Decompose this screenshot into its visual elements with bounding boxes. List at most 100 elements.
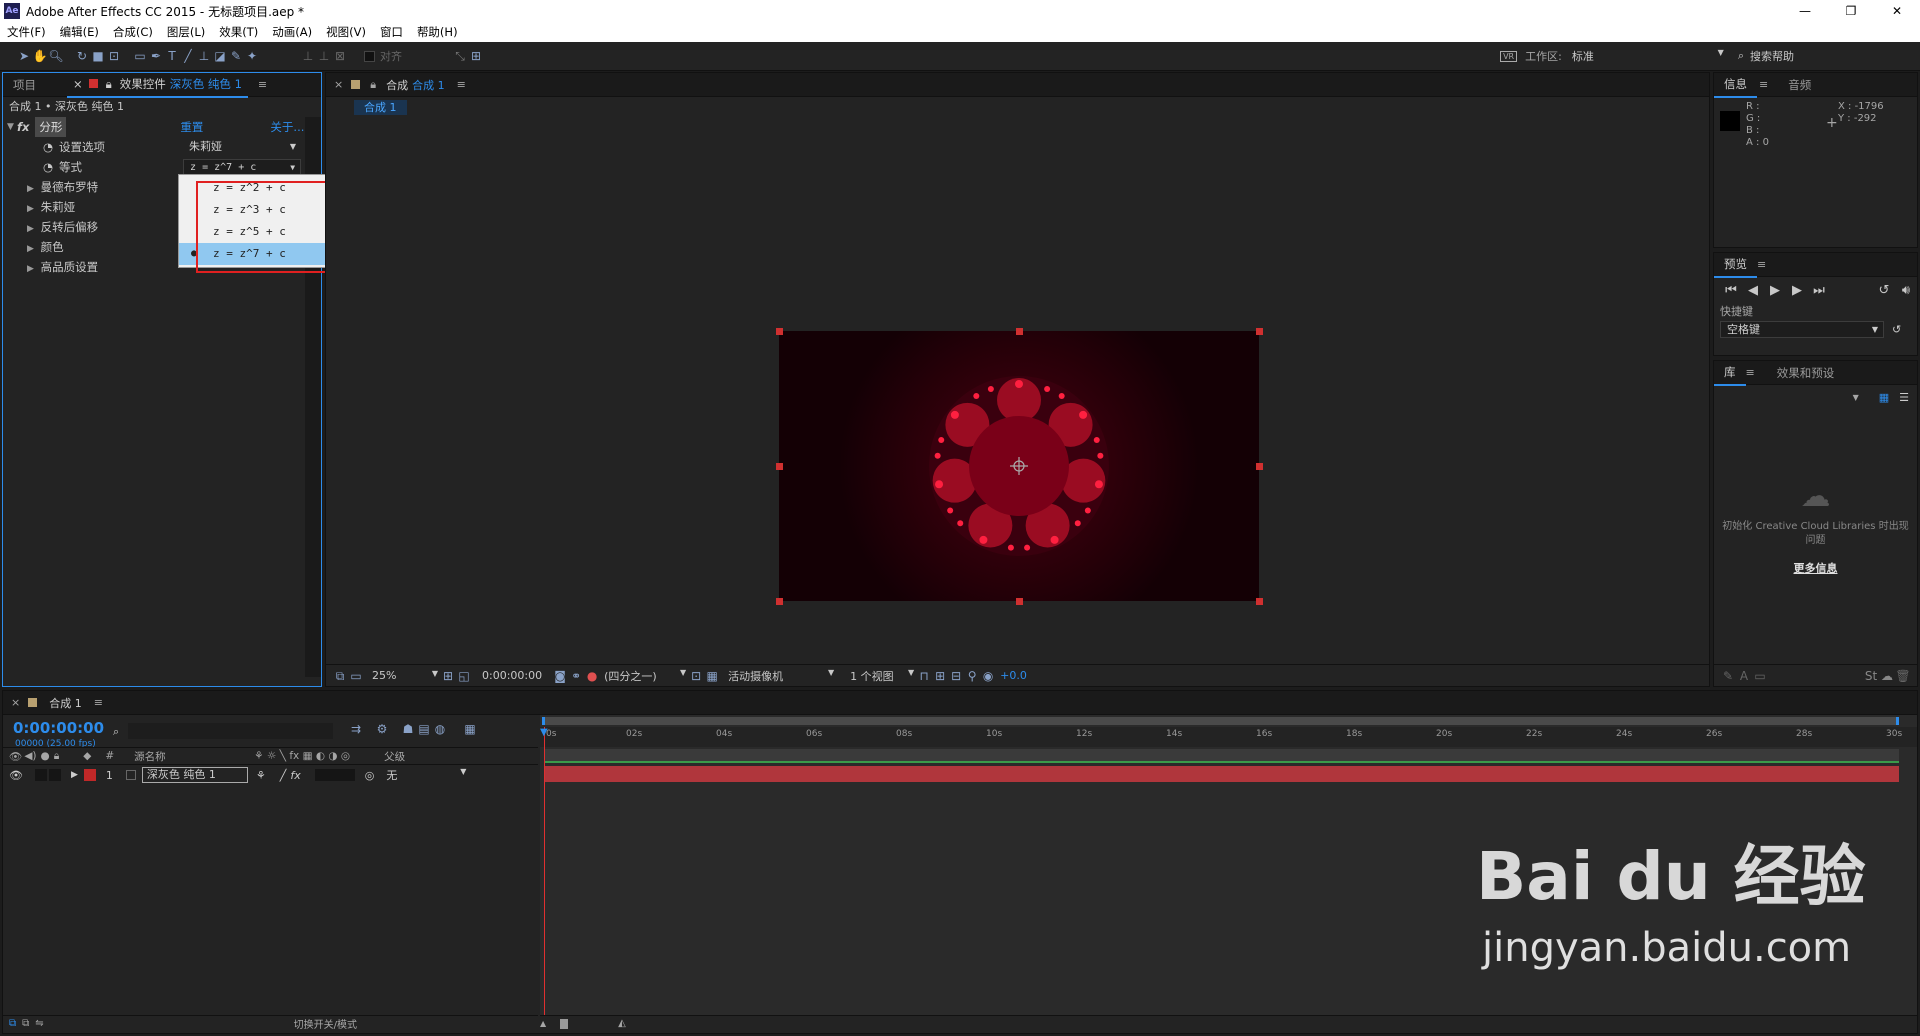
snapshot-camera-icon[interactable]: ◙ <box>552 668 568 684</box>
source-name-header[interactable]: 源名称 <box>134 749 254 764</box>
cc-sync-icon[interactable]: ☁ <box>1879 668 1895 684</box>
switch-shy-icon[interactable]: ⚘ <box>256 769 266 782</box>
label-col-icon[interactable]: ◆ <box>83 750 91 762</box>
axis-local-icon[interactable]: ⊥ <box>300 48 316 64</box>
snap-option-icon[interactable]: ⤡ <box>452 48 468 64</box>
close-icon[interactable]: × <box>11 696 20 709</box>
frame-handle[interactable] <box>776 328 783 335</box>
stock-icon[interactable]: St <box>1863 668 1879 684</box>
parent-select[interactable]: 无 ▼ <box>386 767 466 783</box>
axis-view-icon[interactable]: ⊠ <box>332 48 348 64</box>
snap-checkbox[interactable] <box>364 50 375 62</box>
exposure-value[interactable]: +0.0 <box>1000 669 1027 682</box>
panel-menu-icon[interactable]: ≡ <box>1757 258 1766 271</box>
lock-icon[interactable]: 🔒︎ <box>106 72 112 96</box>
playhead-icon[interactable]: ▼ <box>540 727 548 738</box>
reset-icon[interactable]: ↺ <box>1892 323 1901 336</box>
views-select[interactable]: 1 个视图 ▼ <box>850 668 916 684</box>
menu-composition[interactable]: 合成(C) <box>113 24 153 40</box>
lock-col-icon[interactable]: 🔒︎ <box>54 750 60 763</box>
graph-editor-icon[interactable]: ▦ <box>462 721 478 737</box>
menu-edit[interactable]: 编辑(E) <box>60 24 99 40</box>
text-add-icon[interactable]: A <box>1736 668 1752 684</box>
modes-icon[interactable]: ⧉ <box>22 1018 29 1029</box>
toggle-pixel-aspect-icon[interactable]: ⊓ <box>916 668 932 684</box>
puppet-tool-icon[interactable]: ✦ <box>244 48 260 64</box>
panel-menu-icon[interactable]: ≡ <box>258 78 267 91</box>
flowchart-icon[interactable]: ⚲ <box>964 668 980 684</box>
graphic-add-icon[interactable]: ▭ <box>1752 668 1768 684</box>
comp-subtab[interactable]: 合成 1 <box>354 100 407 115</box>
zoom-out-icon[interactable]: ▲ <box>540 1019 546 1028</box>
effect-header[interactable]: ▼ fx 分形 重置 关于... <box>3 117 321 137</box>
expand-triangle-icon[interactable]: ▶ <box>27 179 37 199</box>
menu-window[interactable]: 窗口 <box>380 24 403 40</box>
tab-preview[interactable]: 预览 <box>1714 252 1757 278</box>
tab-effect-controls[interactable]: × 🔒︎ 效果控件 深灰色 纯色 1 <box>67 72 248 98</box>
solo-col-icon[interactable]: ● <box>41 750 50 762</box>
tab-timeline-comp[interactable]: 合成 1 <box>49 695 82 711</box>
close-icon[interactable]: × <box>73 72 83 96</box>
search-icon[interactable]: ⌕ <box>113 725 119 739</box>
draft-3d-icon[interactable]: ⚙ <box>374 721 390 737</box>
frame-handle[interactable] <box>1256 598 1263 605</box>
fast-preview-icon[interactable]: ⊞ <box>932 668 948 684</box>
list-view-icon[interactable]: ☰ <box>1899 391 1909 404</box>
more-info-link[interactable]: 更多信息 <box>1714 560 1917 576</box>
prev-frame-icon[interactable]: ◀ <box>1742 283 1764 298</box>
settings-option-select[interactable]: 朱莉娅 <box>183 139 301 156</box>
camera-select[interactable]: 活动摄像机 ▼ <box>728 668 836 684</box>
current-time-indicator[interactable] <box>544 727 545 1029</box>
first-frame-icon[interactable]: ⏮ <box>1720 283 1742 298</box>
parent-header[interactable]: 父级 <box>384 749 405 764</box>
motion-blur-icon[interactable]: ◍ <box>432 721 448 737</box>
in-out-icon[interactable]: ⇋ <box>35 1018 43 1029</box>
snap-option2-icon[interactable]: ⊞ <box>468 48 484 64</box>
layer-row[interactable]: 👁︎ ▶ 1 深灰色 纯色 1 ⚘ ╱ fx ◎ 无 ▼ <box>3 766 538 784</box>
clone-stamp-tool-icon[interactable]: ⊥ <box>196 48 212 64</box>
layer-duration-bar[interactable] <box>544 766 1899 782</box>
expand-triangle-icon[interactable]: ▶ <box>27 199 37 219</box>
time-graph[interactable]: 0s 02s 04s 06s 08s 10s 12s 14s 16s 18s 2… <box>540 715 1917 1031</box>
expand-triangle-icon[interactable]: ▶ <box>27 239 37 259</box>
pick-whip-icon[interactable]: ◎ <box>365 769 375 782</box>
menu-effect[interactable]: 效果(T) <box>219 24 258 40</box>
next-frame-icon[interactable]: ▶ <box>1786 283 1808 298</box>
comp-tab-name[interactable]: 合成 1 <box>412 77 445 93</box>
camera-tool-icon[interactable]: ■ <box>90 48 106 64</box>
frame-handle[interactable] <box>1256 328 1263 335</box>
tab-info[interactable]: 信息 <box>1714 72 1757 98</box>
monitor-icon[interactable]: ▭ <box>348 668 364 684</box>
tab-project[interactable]: 项目 <box>3 73 67 97</box>
frame-handle[interactable] <box>1016 598 1023 605</box>
transparency-grid-icon[interactable]: ▦ <box>704 668 720 684</box>
panel-menu-icon[interactable]: ≡ <box>94 696 103 709</box>
shy-layers-icon[interactable]: ☗ <box>400 721 416 737</box>
maximize-button[interactable]: ❐ <box>1828 4 1874 18</box>
minimize-button[interactable]: — <box>1782 4 1828 18</box>
selection-tool-icon[interactable]: ➤ <box>16 48 32 64</box>
loop-icon[interactable]: ↺ <box>1873 283 1895 298</box>
panel-menu-icon[interactable]: ≡ <box>1746 366 1755 379</box>
frame-handle[interactable] <box>776 463 783 470</box>
expand-triangle-icon[interactable]: ▶ <box>27 219 37 239</box>
pen-tool-icon[interactable]: ✒ <box>148 48 164 64</box>
time-ruler[interactable]: 0s 02s 04s 06s 08s 10s 12s 14s 16s 18s 2… <box>540 727 1917 747</box>
comp-mini-flowchart-icon[interactable]: ⇉ <box>348 721 364 737</box>
eye-icon[interactable]: 👁︎ <box>9 769 23 782</box>
timeline-icon[interactable]: ⊟ <box>948 668 964 684</box>
fit-icon[interactable]: ⊞ <box>440 668 456 684</box>
eye-icon[interactable]: 👁︎ <box>9 750 22 763</box>
axis-world-icon[interactable]: ⊥ <box>316 48 332 64</box>
tab-effects-presets[interactable]: 效果和预设 <box>1767 361 1845 385</box>
channel-rgb-icon[interactable]: ● <box>584 668 600 684</box>
search-help-input[interactable]: 搜索帮助 <box>1750 48 1920 64</box>
roi-icon[interactable]: ⊡ <box>688 668 704 684</box>
stopwatch-icon[interactable]: ◔ <box>43 157 53 177</box>
audio-col-icon[interactable]: ◀) <box>24 750 36 762</box>
shortcut-select[interactable]: 空格键 <box>1720 321 1884 338</box>
region-icon[interactable]: ◱ <box>456 668 472 684</box>
menu-help[interactable]: 帮助(H) <box>417 24 458 40</box>
switch-boxes[interactable] <box>314 769 355 781</box>
library-select-chevron-icon[interactable]: ▼ <box>1853 393 1859 402</box>
